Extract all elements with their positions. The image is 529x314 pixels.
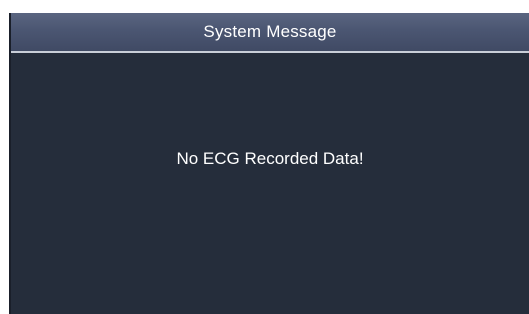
dialog-message: No ECG Recorded Data! [176,149,364,168]
system-message-dialog: System Message No ECG Recorded Data! [9,13,529,314]
dialog-body: No ECG Recorded Data! [11,53,529,314]
dialog-titlebar: System Message [11,13,529,53]
dialog-title: System Message [203,22,337,41]
